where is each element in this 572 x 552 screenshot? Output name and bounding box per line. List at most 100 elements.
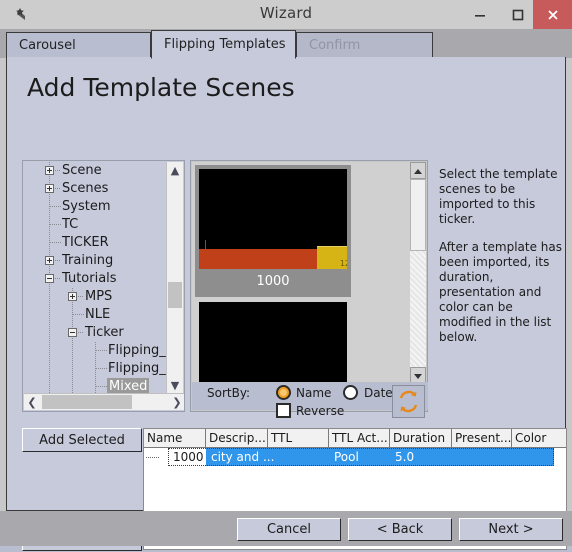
scroll-up-arrow[interactable]	[410, 162, 426, 179]
tree-node[interactable]: NLE	[24, 306, 169, 324]
thumbnail-caption: 1000	[256, 274, 290, 289]
radio-sort-date-label: Date	[364, 386, 393, 400]
cell-presentation[interactable]	[454, 448, 514, 466]
description-paragraph-2: After a template has been imported, its …	[439, 240, 562, 344]
tree-node[interactable]: Flipping_1	[24, 342, 169, 360]
tree-node-label: Tutorials	[62, 271, 117, 286]
description-text: Select the template scenes to be importe…	[439, 167, 569, 358]
tree-node[interactable]: MPS	[24, 288, 169, 306]
column-header-duration[interactable]: Duration	[390, 429, 452, 447]
tree-node-label: Mixed	[107, 378, 150, 394]
column-header-color[interactable]: Color	[512, 429, 566, 447]
column-header-ttl-action[interactable]: TTL Act...	[329, 429, 390, 447]
footer-bar: Cancel < Back Next >	[0, 511, 572, 546]
cell-duration[interactable]: 5.0	[392, 448, 454, 466]
thumbnail-overlay-number: 12	[339, 259, 347, 268]
ticker-red-bar	[199, 249, 317, 269]
tab-flipping-templates[interactable]: Flipping Templates	[151, 30, 296, 59]
preview-vertical-scrollbar[interactable]	[410, 162, 426, 384]
cancel-label: Cancel	[266, 522, 312, 537]
tree-node[interactable]: Scenes	[24, 180, 169, 198]
cell-ttl[interactable]	[270, 448, 331, 466]
tree-node[interactable]: Training	[24, 252, 169, 270]
tree-node-label: Training	[62, 253, 114, 268]
thumbnail-list[interactable]: 12 1000	[192, 162, 411, 384]
radio-sort-date[interactable]	[343, 385, 358, 400]
sort-controls: SortBy: Name Date Reverse	[192, 382, 428, 418]
collapse-toggle-icon[interactable]	[68, 328, 77, 337]
tab-carousel[interactable]: Carousel	[6, 32, 151, 58]
tree-node-label: Scenes	[62, 181, 109, 196]
expand-toggle-icon[interactable]	[45, 256, 54, 265]
expand-toggle-icon[interactable]	[68, 292, 77, 301]
expand-toggle-icon[interactable]	[45, 184, 54, 193]
add-selected-button[interactable]: Add Selected	[22, 428, 142, 452]
column-header-presentation[interactable]: Present...	[452, 429, 512, 447]
tree-node-label: MPS	[85, 289, 113, 304]
tree-node-label: Flipping_2	[108, 361, 169, 376]
tree-node-label: TC	[62, 217, 79, 232]
tree-hscroll-thumb[interactable]	[42, 395, 132, 409]
tree-node[interactable]: System	[24, 198, 169, 216]
ticker-yellow-bar: 12	[317, 247, 347, 269]
sortby-label: SortBy:	[207, 386, 251, 400]
chevron-right-icon[interactable]: ❯	[169, 394, 184, 411]
column-header-description[interactable]: Descrip...	[206, 429, 268, 447]
tree-node[interactable]: Tutorials	[24, 270, 169, 288]
thumbnail-image	[199, 302, 347, 384]
tree-node-label: Scene	[62, 163, 102, 178]
tab-confirm-label: Confirm	[309, 37, 361, 53]
checkbox-reverse-label: Reverse	[296, 404, 345, 418]
add-selected-label: Add Selected	[39, 432, 125, 448]
table-row[interactable]: 1000 city and ... Pool 5.0	[144, 448, 566, 466]
cancel-button[interactable]: Cancel	[237, 518, 341, 541]
chevron-down-icon[interactable]: ▼	[167, 377, 183, 394]
tab-flipping-templates-label: Flipping Templates	[164, 37, 286, 52]
tree-node[interactable]: TICKER	[24, 234, 169, 252]
tree-node-selected[interactable]: Mixed	[24, 378, 169, 394]
tree-node-label: NLE	[85, 307, 111, 322]
refresh-icon	[399, 390, 418, 413]
tree-node[interactable]: Ticker	[24, 324, 169, 342]
back-label: < Back	[376, 522, 424, 537]
radio-sort-name[interactable]	[276, 385, 291, 400]
tree-node[interactable]: Scene	[24, 162, 169, 180]
next-label: Next >	[488, 522, 534, 537]
page-title: Add Template Scenes	[27, 73, 295, 102]
tab-confirm: Confirm	[296, 32, 433, 58]
tree-node[interactable]: Flipping_2	[24, 360, 169, 378]
tab-carousel-label: Carousel	[19, 37, 76, 53]
wizard-window: Wizard Carousel Flipping Templates Confi…	[0, 0, 572, 551]
tree-node[interactable]: TC	[24, 216, 169, 234]
wizard-page: Add Template Scenes Scene Scenes System …	[6, 57, 569, 551]
chevron-up-icon[interactable]: ▲	[167, 162, 183, 179]
tree-node-label: TICKER	[62, 235, 109, 250]
minimize-icon[interactable]	[461, 0, 499, 29]
template-preview-panel: 12 1000 SortBy: Name	[190, 160, 428, 418]
tree-horizontal-scrollbar[interactable]: ❮ ❯	[24, 393, 184, 411]
tree-twig-icon	[146, 457, 160, 458]
tree-node-label: System	[62, 199, 111, 214]
column-header-name[interactable]: Name	[144, 429, 206, 447]
cell-ttl-action[interactable]: Pool	[331, 448, 392, 466]
tree-node-label: Flipping_1	[108, 343, 169, 358]
close-icon[interactable]	[533, 0, 572, 29]
cell-color[interactable]	[514, 448, 566, 466]
collapse-toggle-icon[interactable]	[45, 274, 54, 283]
tree-scroll-thumb[interactable]	[168, 282, 182, 308]
expand-toggle-icon[interactable]	[45, 166, 54, 175]
column-header-ttl[interactable]: TTL	[268, 429, 329, 447]
checkbox-reverse[interactable]	[276, 403, 291, 418]
back-button[interactable]: < Back	[348, 518, 452, 541]
cell-description[interactable]: city and ...	[208, 448, 274, 466]
chevron-left-icon[interactable]: ❮	[24, 394, 40, 411]
green-tick-marker	[205, 240, 206, 249]
maximize-icon[interactable]	[499, 0, 537, 29]
tab-strip: Carousel Flipping Templates Confirm	[0, 29, 572, 59]
next-button[interactable]: Next >	[459, 518, 563, 541]
title-bar: Wizard	[0, 0, 572, 29]
tree-vertical-scrollbar[interactable]: ▲ ▼	[166, 162, 183, 394]
preview-scroll-thumb[interactable]	[410, 179, 426, 251]
template-tree[interactable]: Scene Scenes System TC TICKER Training T…	[22, 160, 185, 412]
refresh-button[interactable]	[392, 385, 425, 418]
